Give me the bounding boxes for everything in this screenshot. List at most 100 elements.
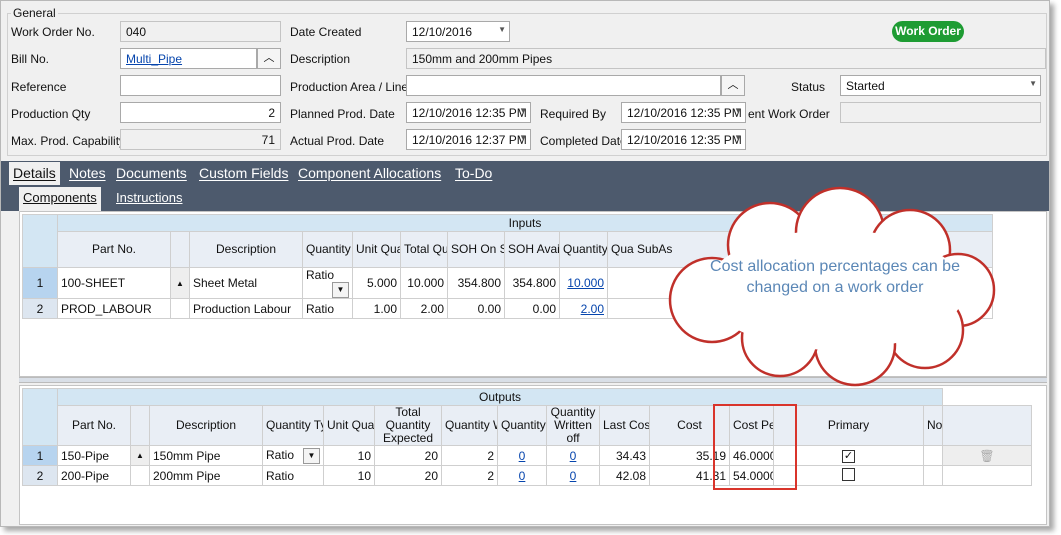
production-area-lookup-button[interactable]: ︿ [721,75,745,96]
tab-documents[interactable]: Documents [116,165,187,181]
subtab-components[interactable]: Components [19,187,101,211]
tab-to-do[interactable]: To-Do [455,165,492,181]
description-cell[interactable]: 200mm Pipe [149,465,263,486]
description-cell[interactable]: Sheet Metal [189,267,303,299]
row-number[interactable]: 2 [22,465,58,486]
subtab-instructions[interactable]: Instructions [116,190,182,205]
tab-component-allocations[interactable]: Component Allocations [298,165,441,181]
expand-icon[interactable]: ▲ [170,267,190,299]
actual-prod-date-value: 12/10/2016 12:37 PM [412,133,527,147]
quantity-type-value: Ratio [266,447,295,462]
part-no-cell[interactable]: PROD_LABOUR [57,298,171,319]
dropdown-arrow-icon[interactable]: ▼ [303,447,320,464]
required-by-label: Required By [540,107,607,121]
tab-notes[interactable]: Notes [69,165,106,181]
quantity-type-cell[interactable]: Ratio [302,298,353,319]
primary-checkbox[interactable]: ✓ [842,450,855,463]
completed-date-label: Completed Date [540,134,627,148]
grid-splitter[interactable] [19,377,1047,383]
col-unit-quantity[interactable]: Unit Quantity [323,405,375,446]
col-quantity-type[interactable]: Quantity Type [262,405,324,446]
col-soh-available[interactable]: SOH Available [504,231,560,268]
bill-no-label: Bill No. [11,52,50,66]
row-number[interactable]: 2 [22,298,58,319]
dropdown-arrow-icon: ▼ [519,133,527,142]
quantity-output-link[interactable]: 0 [497,465,547,486]
completed-date-picker[interactable]: 12/10/2016 12:35 PM ▼ [621,129,746,150]
status-select[interactable]: Started ▼ [840,75,1041,96]
quantity-output-link[interactable]: 0 [497,445,547,466]
description-field[interactable]: 150mm and 200mm Pipes [406,48,1046,69]
description-cell[interactable]: Production Labour [189,298,303,319]
expand-cell [130,465,150,486]
col-unit-quantity[interactable]: Unit Quantity [352,231,401,268]
quantity-taken-link[interactable]: 10.000 [559,267,608,299]
outputs-header: Outputs [56,388,944,406]
unit-quantity-cell[interactable]: 1.00 [352,298,401,319]
reference-field[interactable] [120,75,281,96]
trash-icon[interactable]: 🗑 [942,445,1032,466]
total-quantity-cell: 2.00 [400,298,448,319]
table-row[interactable]: 1 150-Pipe ▲ 150mm Pipe Ratio ▼ 10 20 2 0… [22,445,1032,466]
work-order-no-field[interactable]: 040 [120,21,281,42]
col-part-no[interactable]: Part No. [57,231,171,268]
table-row[interactable]: 2 PROD_LABOUR Production Labour Ratio 1.… [22,298,994,319]
row-number[interactable]: 1 [22,445,58,466]
part-no-cell[interactable]: 150-Pipe [57,445,131,466]
note-cell[interactable] [922,465,944,486]
unit-quantity-cell[interactable]: 10 [323,465,375,486]
expand-icon[interactable]: ▲ [130,445,150,466]
col-total-quantity[interactable]: Total Quantity [400,231,448,268]
inputs-header: Inputs [56,214,994,232]
planned-prod-date-picker[interactable]: 12/10/2016 12:35 PM ▼ [406,102,531,123]
unit-quantity-cell[interactable]: 5.000 [352,267,401,299]
row-number[interactable]: 1 [22,267,58,299]
actual-prod-date-picker[interactable]: 12/10/2016 12:37 PM ▼ [406,129,531,150]
production-qty-field[interactable]: 2 [120,102,281,123]
col-quantity-written-off[interactable]: Quantity Written off [546,405,600,446]
dropdown-arrow-icon[interactable]: ▼ [332,282,349,298]
table-row[interactable]: 2 200-Pipe 200mm Pipe Ratio 10 20 2 0 0 … [22,465,1032,486]
primary-checkbox[interactable] [842,467,855,481]
col-description[interactable]: Description [149,405,263,446]
bill-no-link[interactable]: Multi_Pipe [120,48,257,69]
production-area-field[interactable] [406,75,721,96]
col-total-quantity-expected[interactable]: Total Quantity Expected [374,405,442,446]
part-no-cell[interactable]: 100-SHEET [57,267,171,299]
col-quantity-output[interactable]: Quantity Output [497,405,547,446]
col-last-cost[interactable]: Last Cost [599,405,650,446]
tab-details[interactable]: Details [9,162,60,185]
unit-quantity-cell[interactable]: 10 [323,445,375,466]
note-cell[interactable] [922,445,944,466]
part-no-cell[interactable]: 200-Pipe [57,465,131,486]
col-soh-on-shelf[interactable]: SOH On Shelf [447,231,505,268]
expand-cell [170,298,190,319]
date-created-picker[interactable]: 12/10/2016 ▼ [406,21,510,42]
tab-custom-fields[interactable]: Custom Fields [199,165,288,181]
quantity-taken-link[interactable]: 2.00 [559,298,608,319]
quantity-written-off-link[interactable]: 0 [546,465,600,486]
soh-on-shelf-cell: 0.00 [447,298,505,319]
planned-prod-date-value: 12/10/2016 12:35 PM [412,106,527,120]
date-created-label: Date Created [290,25,362,39]
chevron-up-icon: ︿ [263,52,275,64]
description-cell[interactable]: 150mm Pipe [149,445,263,466]
col-quantity-wip[interactable]: Quantity WIP [441,405,498,446]
parent-work-order-label: ent Work Order [748,107,830,121]
col-description[interactable]: Description [189,231,303,268]
quantity-written-off-link[interactable]: 0 [546,445,600,466]
dropdown-arrow-icon: ▼ [519,106,527,115]
col-expand [130,405,150,446]
grid-corner [22,388,58,446]
col-quantity-type[interactable]: Quantity Type [302,231,353,268]
bill-no-lookup-button[interactable]: ︿ [257,48,281,69]
col-quantity-taken[interactable]: Quantity Taken [559,231,608,268]
col-part-no[interactable]: Part No. [57,405,131,446]
quantity-type-cell[interactable]: Ratio [262,465,324,486]
col-note[interactable]: Note [922,405,944,446]
required-by-picker[interactable]: 12/10/2016 12:35 PM ▼ [621,102,746,123]
completed-date-value: 12/10/2016 12:35 PM [627,133,742,147]
quantity-type-cell[interactable]: Ratio ▼ [262,445,324,466]
quantity-type-cell[interactable]: Ratio ▼ [302,267,353,299]
quantity-type-value: Ratio [306,268,335,283]
